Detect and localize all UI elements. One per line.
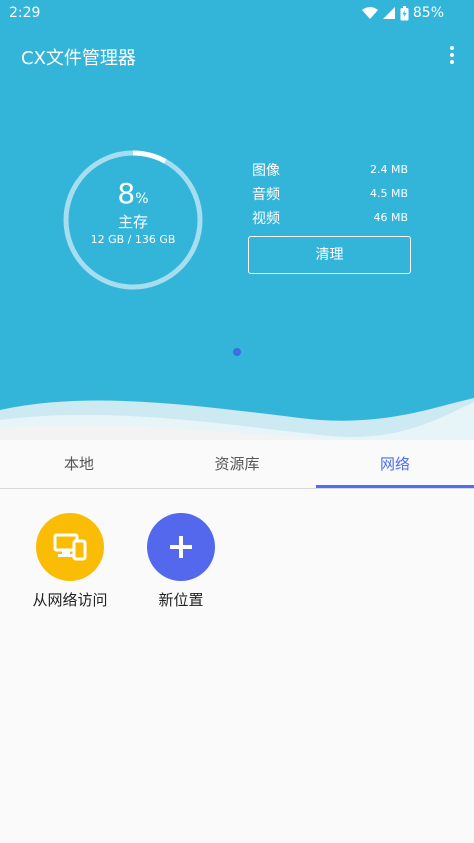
status-time: 2:29	[9, 5, 41, 21]
wifi-icon	[361, 7, 378, 19]
app-title: CX文件管理器	[21, 48, 136, 69]
tab-network[interactable]: 网络	[316, 440, 474, 488]
storage-label: 主存	[117, 213, 148, 231]
access-from-network-label: 从网络访问	[32, 591, 108, 609]
storage-percent: 8%	[117, 177, 149, 210]
network-content: 从网络访问 新位置	[0, 489, 474, 843]
tab-indicator	[316, 485, 474, 488]
stat-row-images: 图像 2.4 MB	[252, 160, 408, 184]
tab-library[interactable]: 资源库	[158, 440, 316, 488]
status-bar: 2:29 85%	[0, 0, 474, 28]
stat-value: 4.5 MB	[369, 187, 408, 200]
stat-value: 46 MB	[373, 211, 408, 224]
storage-summary: 8% 主存 12 GB / 136 GB	[62, 149, 204, 291]
status-icons: 85%	[361, 5, 444, 21]
storage-size: 12 GB / 136 GB	[90, 233, 176, 246]
new-location-label: 新位置	[158, 591, 204, 609]
plus-icon	[170, 536, 192, 558]
tab-bar: 本地 资源库 网络	[0, 440, 474, 489]
wave-decoration	[0, 398, 474, 440]
stat-row-video: 视频 46 MB	[252, 208, 408, 232]
stat-row-audio: 音频 4.5 MB	[252, 184, 408, 208]
devices-icon	[53, 533, 87, 561]
stat-label: 图像	[252, 163, 280, 179]
stat-label: 视频	[252, 211, 280, 227]
storage-stats: 图像 2.4 MB 音频 4.5 MB 视频 46 MB	[252, 160, 408, 232]
battery-icon	[400, 5, 409, 20]
access-from-network-item[interactable]: 从网络访问	[15, 513, 125, 610]
stat-label: 音频	[252, 187, 280, 203]
tab-local[interactable]: 本地	[0, 440, 158, 488]
new-location-button[interactable]	[147, 513, 215, 581]
battery-percent: 85%	[412, 5, 444, 21]
stat-value: 2.4 MB	[369, 163, 408, 176]
more-options-icon[interactable]	[444, 43, 460, 67]
storage-header: CX文件管理器 8% 主存 12 GB / 136 GB 图像 2.4 MB 音…	[0, 28, 474, 440]
page-indicator-dot	[233, 348, 241, 356]
signal-icon	[382, 7, 395, 19]
access-from-network-button[interactable]	[36, 513, 104, 581]
new-location-item[interactable]: 新位置	[126, 513, 236, 610]
clean-button[interactable]: 清理	[248, 236, 411, 274]
